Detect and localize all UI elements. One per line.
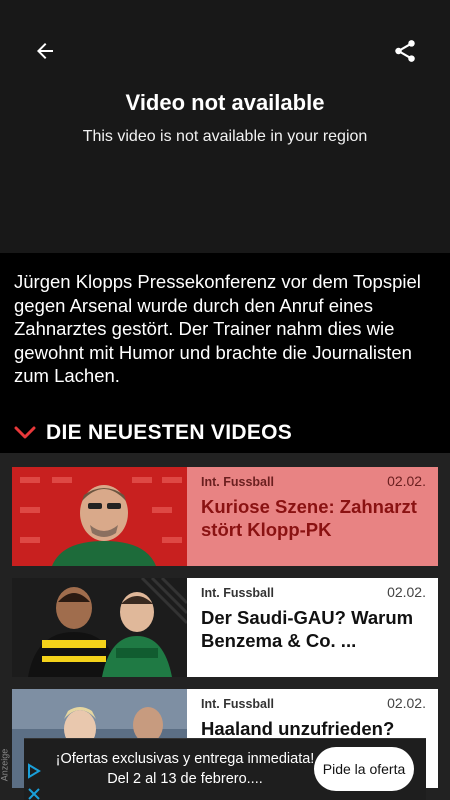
share-icon: [395, 40, 415, 62]
ad-choices[interactable]: [26, 763, 44, 800]
video-date: 02.02.: [387, 584, 426, 600]
video-card[interactable]: Int. Fussball 02.02. Kuriose Szene: Zahn…: [12, 467, 438, 566]
back-button[interactable]: [30, 36, 60, 66]
section-title: DIE NEUESTEN VIDEOS: [46, 421, 293, 444]
chevron-down-icon: [14, 426, 36, 439]
video-info: Int. Fussball 02.02. Der Saudi-GAU? Waru…: [187, 578, 438, 677]
video-player: Video not available This video is not av…: [0, 0, 450, 253]
video-category: Int. Fussball: [201, 697, 274, 711]
video-date: 02.02.: [387, 473, 426, 489]
video-thumbnail: [12, 578, 187, 677]
video-info: Int. Fussball 02.02. Kuriose Szene: Zahn…: [187, 467, 438, 566]
video-thumbnail: [12, 467, 187, 566]
ad-text: ¡Ofertas exclusivas y entrega inmediata!…: [55, 751, 315, 787]
unavailable-subtitle: This video is not available in your regi…: [82, 128, 368, 145]
ad-banner[interactable]: ¡Ofertas exclusivas y entrega inmediata!…: [24, 738, 426, 800]
video-headline: Haaland unzufrieden?: [201, 718, 395, 739]
unavailable-title: Video not available: [125, 90, 325, 115]
video-headline: Kuriose Szene: Zahnarzt stört Klopp-PK: [201, 496, 417, 540]
section-heading: DIE NEUESTEN VIDEOS: [14, 418, 292, 448]
arrow-left-icon: [37, 43, 53, 59]
video-date: 02.02.: [387, 695, 426, 711]
close-icon[interactable]: [26, 786, 42, 800]
video-category: Int. Fussball: [201, 586, 274, 600]
adchoices-icon[interactable]: [26, 763, 42, 779]
video-card[interactable]: Int. Fussball 02.02. Der Saudi-GAU? Waru…: [12, 578, 438, 677]
video-category: Int. Fussball: [201, 475, 274, 489]
video-headline: Der Saudi-GAU? Warum Benzema & Co. ...: [201, 607, 414, 651]
ad-label: Anzeige: [0, 738, 24, 800]
article-text: Jürgen Klopps Pressekonferenz vor dem To…: [14, 271, 421, 386]
ad-label-text: Anzeige: [0, 748, 10, 782]
ad-cta-button[interactable]: Pide la oferta: [314, 747, 414, 791]
share-button[interactable]: [390, 36, 420, 66]
